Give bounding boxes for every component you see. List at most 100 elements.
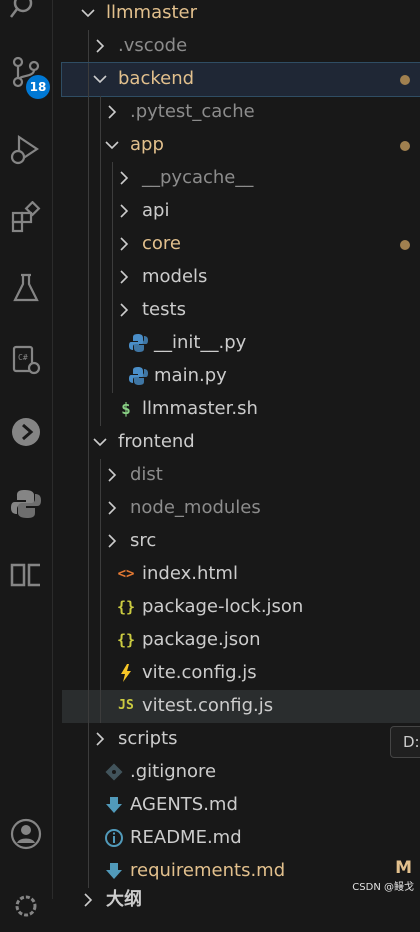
- chevron-down-icon[interactable]: [104, 137, 120, 153]
- indent-guide: [88, 525, 89, 558]
- tree-item-label: .pytest_cache: [130, 101, 255, 122]
- chevron-right-icon[interactable]: [116, 203, 132, 219]
- tree-folder-api[interactable]: api: [62, 195, 420, 228]
- indent-guide: [88, 327, 89, 360]
- chevron-down-icon[interactable]: [92, 434, 108, 450]
- indent-guide: [100, 459, 101, 492]
- tree-item-label: package-lock.json: [142, 596, 304, 617]
- chevron-right-icon[interactable]: [116, 236, 132, 252]
- tree-folder-llmmaster[interactable]: llmmaster: [62, 0, 420, 30]
- tree-folder-frontend[interactable]: frontend: [62, 426, 420, 459]
- tree-file-vitest-config-js[interactable]: JS vitest.config.js: [62, 690, 420, 723]
- indent-guide: [100, 294, 101, 327]
- extensions-icon[interactable]: [0, 192, 52, 244]
- indent-guide: [88, 261, 89, 294]
- chevron-right-icon[interactable]: [104, 467, 120, 483]
- indent-guide: [100, 657, 101, 690]
- tree-file-main-py[interactable]: main.py: [62, 360, 420, 393]
- chevron-down-icon[interactable]: [92, 71, 108, 87]
- python-icon[interactable]: [0, 478, 52, 530]
- indent-guide: [112, 228, 113, 261]
- markdown-download-icon: [104, 861, 124, 881]
- panel-layout-icon[interactable]: [0, 550, 52, 602]
- indent-guide: [100, 228, 101, 261]
- tree-file-package-lock-json[interactable]: {} package-lock.json: [62, 591, 420, 624]
- tree-folder-models[interactable]: models: [62, 261, 420, 294]
- indent-guide: [112, 261, 113, 294]
- tree-item-label: README.md: [130, 827, 242, 848]
- indent-guide: [100, 393, 101, 426]
- source-control-badge: 18: [26, 75, 50, 99]
- chevron-right-icon[interactable]: [116, 302, 132, 318]
- html-file-icon: <>: [117, 566, 135, 582]
- tree-folder-vscode[interactable]: .vscode: [62, 30, 420, 63]
- tree-folder-app[interactable]: app: [62, 129, 420, 162]
- tree-folder-scripts[interactable]: scripts: [62, 723, 420, 756]
- tree-file-gitignore[interactable]: .gitignore: [62, 756, 420, 789]
- search-icon[interactable]: [0, 0, 52, 34]
- python-file-icon: [128, 333, 148, 353]
- tree-item-label: .vscode: [118, 35, 188, 56]
- chevron-right-icon[interactable]: [92, 731, 108, 747]
- tree-file-vite-config-js[interactable]: vite.config.js: [62, 657, 420, 690]
- vite-file-icon: [116, 663, 136, 683]
- testing-flask-icon[interactable]: [0, 262, 52, 314]
- tree-item-label: .gitignore: [130, 761, 217, 782]
- account-icon[interactable]: [0, 808, 52, 860]
- tree-folder-tests[interactable]: tests: [62, 294, 420, 327]
- tree-file-llmmaster-sh[interactable]: $ llmmaster.sh: [62, 393, 420, 426]
- tree-folder-core[interactable]: core: [62, 228, 420, 261]
- tree-item-label: tests: [142, 299, 186, 320]
- indent-guide: [88, 690, 89, 723]
- tree-file-index-html[interactable]: <> index.html: [62, 558, 420, 591]
- indent-guide: [88, 624, 89, 657]
- explorer-tree: llmmaster .vscode backend .pytest_cache app _…: [61, 0, 420, 910]
- tree-folder-pycache[interactable]: __pycache__: [62, 162, 420, 195]
- chevron-right-icon[interactable]: [104, 104, 120, 120]
- tree-folder-backend[interactable]: backend: [61, 62, 420, 97]
- chevron-right-icon[interactable]: [92, 38, 108, 54]
- tree-file-package-json[interactable]: {} package.json: [62, 624, 420, 657]
- chevron-right-icon[interactable]: [116, 170, 132, 186]
- indent-guide: [100, 360, 101, 393]
- indent-guide: [100, 195, 101, 228]
- markdown-download-icon: [104, 795, 124, 815]
- indent-guide: [88, 492, 89, 525]
- indent-guide: [88, 129, 89, 162]
- path-tooltip: D:: [390, 726, 420, 758]
- tree-file-readme-md[interactable]: README.md: [62, 822, 420, 855]
- tree-item-label: llmmaster.sh: [142, 398, 258, 419]
- shell-file-icon: $: [121, 399, 131, 418]
- run-debug-icon[interactable]: [0, 124, 52, 176]
- indent-guide: [112, 294, 113, 327]
- indent-guide: [88, 426, 89, 459]
- remote-code-gear-icon[interactable]: C#: [0, 334, 52, 386]
- indent-guide: [100, 129, 101, 162]
- tree-file-agents-md[interactable]: AGENTS.md: [62, 789, 420, 822]
- indent-guide: [88, 393, 89, 426]
- chevron-right-icon[interactable]: [80, 892, 96, 908]
- tree-folder-dist[interactable]: dist: [62, 459, 420, 492]
- chevron-down-icon[interactable]: [80, 5, 96, 21]
- chevron-right-icon[interactable]: [104, 533, 120, 549]
- tree-item-label: src: [130, 530, 157, 551]
- indent-guide: [112, 360, 113, 393]
- indent-guide: [88, 63, 89, 96]
- chevron-right-icon[interactable]: [104, 500, 120, 516]
- tree-folder-src[interactable]: src: [62, 525, 420, 558]
- tree-item-label: dist: [130, 464, 163, 485]
- activity-bar: 18 C#: [0, 0, 53, 917]
- indent-guide: [88, 789, 89, 822]
- tree-folder-pytest-cache[interactable]: .pytest_cache: [62, 96, 420, 129]
- watermark: CSDN @鳗戈: [352, 882, 414, 893]
- tree-folder-node-modules[interactable]: node_modules: [62, 492, 420, 525]
- tree-file-init-py[interactable]: __init__.py: [62, 327, 420, 360]
- indent-guide: [88, 657, 89, 690]
- gitlens-icon[interactable]: [0, 406, 52, 458]
- indent-guide: [100, 624, 101, 657]
- settings-gear-icon[interactable]: [0, 880, 52, 932]
- indent-guide: [100, 327, 101, 360]
- indent-guide: [88, 360, 89, 393]
- chevron-right-icon[interactable]: [116, 269, 132, 285]
- svg-text:C#: C#: [18, 353, 28, 362]
